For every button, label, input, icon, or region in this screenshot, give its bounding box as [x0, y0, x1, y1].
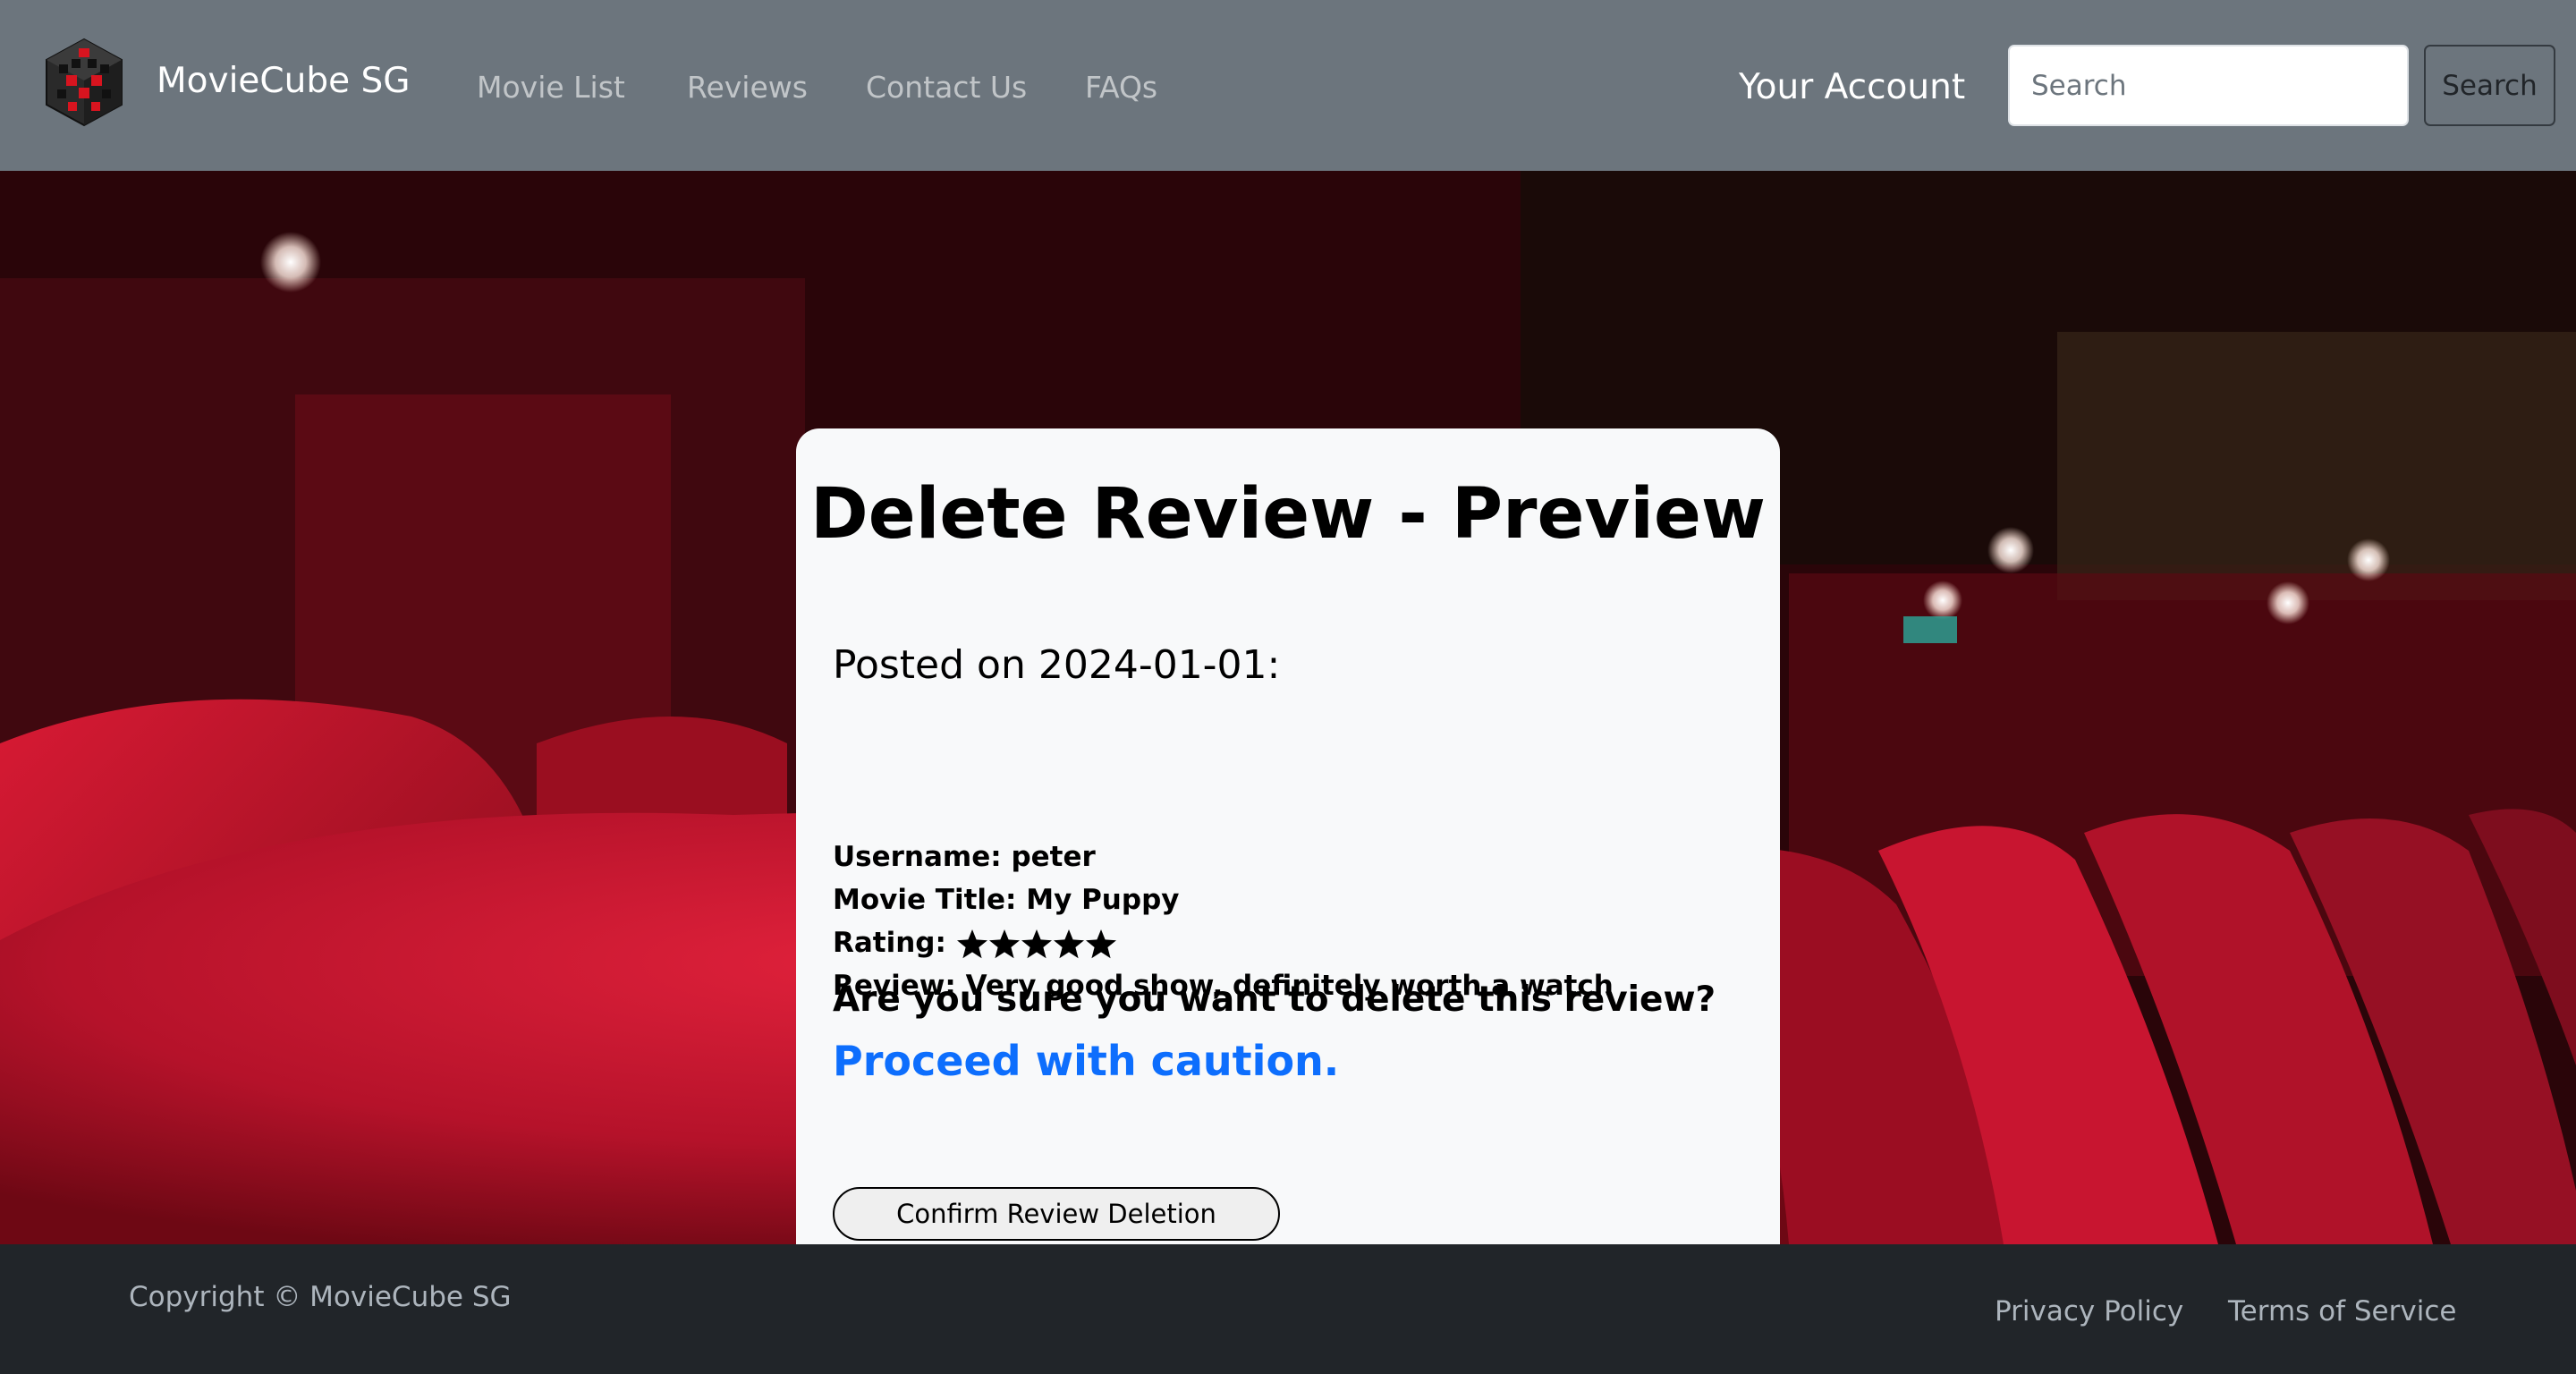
terms-of-service-link[interactable]: Terms of Service — [2228, 1291, 2456, 1332]
moviecube-logo-icon[interactable] — [41, 38, 127, 127]
your-account-link[interactable]: Your Account — [1739, 64, 1965, 111]
rating-line: Rating: — [833, 922, 1117, 963]
username-label: Username: — [833, 841, 1002, 873]
footer: Copyright © MovieCube SG Privacy Policy … — [0, 1244, 2576, 1374]
nav-movie-list[interactable]: Movie List — [477, 66, 625, 109]
movie-title-label: Movie Title: — [833, 884, 1017, 916]
username-line: Username: peter — [833, 836, 1096, 878]
nav-reviews[interactable]: Reviews — [687, 66, 808, 109]
nav-contact-us[interactable]: Contact Us — [866, 66, 1027, 109]
star-icon — [956, 929, 1116, 958]
rating-stars — [956, 929, 1116, 958]
theater-background: Delete Review - Preview Posted on 2024-0… — [0, 171, 2576, 1244]
navbar: MovieCube SG Movie List Reviews Contact … — [0, 0, 2576, 171]
movie-title-line: Movie Title: My Puppy — [833, 879, 1179, 920]
movie-title-value: My Puppy — [1026, 884, 1180, 916]
delete-review-card: Delete Review - Preview Posted on 2024-0… — [796, 428, 1780, 1244]
posted-date: Posted on 2024-01-01: — [833, 642, 1281, 688]
copyright-text: Copyright © MovieCube SG — [129, 1281, 512, 1313]
search-button[interactable]: Search — [2424, 45, 2555, 126]
search-input[interactable] — [2008, 45, 2409, 126]
confirm-question: Are you sure you want to delete this rev… — [833, 980, 1716, 1020]
username-value: peter — [1011, 841, 1096, 873]
privacy-policy-link[interactable]: Privacy Policy — [1995, 1291, 2183, 1332]
page-title: Delete Review - Preview — [810, 474, 1766, 555]
confirm-deletion-button[interactable]: Confirm Review Deletion — [833, 1187, 1280, 1241]
nav-faqs[interactable]: FAQs — [1085, 66, 1157, 109]
caution-text: Proceed with caution. — [833, 1037, 1340, 1085]
rating-label: Rating: — [833, 927, 946, 959]
brand-name[interactable]: MovieCube SG — [157, 59, 411, 104]
